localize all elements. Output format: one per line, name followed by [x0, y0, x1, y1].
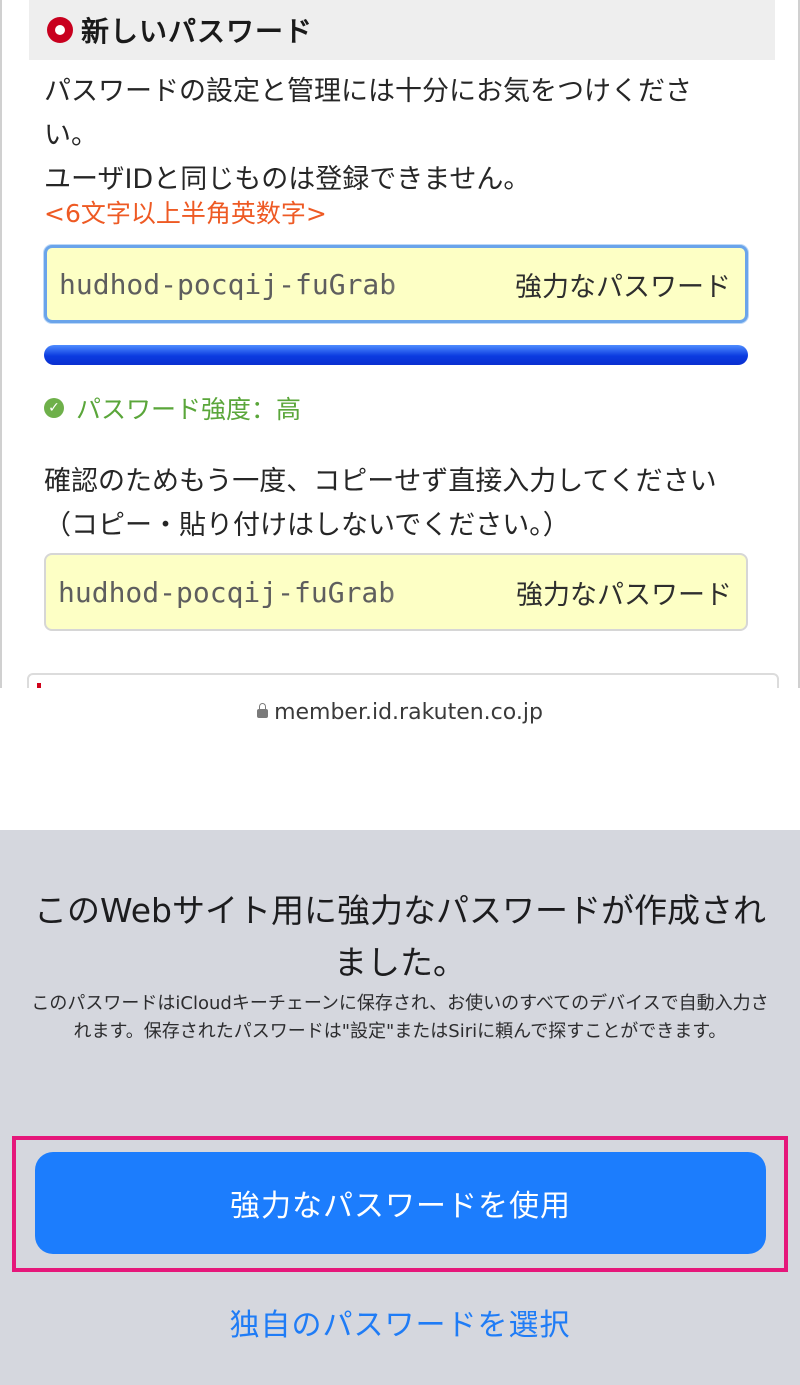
new-password-field[interactable]: hudhod-pocqij-fuGrab 強力なパスワード [44, 245, 748, 323]
confirm-password-value: hudhod-pocqij-fuGrab [58, 575, 396, 609]
confirm-password-field[interactable]: hudhod-pocqij-fuGrab 強力なパスワード [44, 553, 748, 631]
required-marker-icon [47, 17, 73, 43]
new-password-value: hudhod-pocqij-fuGrab [59, 267, 397, 301]
password-strength-indicator: ✓ パスワード強度：高 [44, 390, 301, 426]
browser-address-bar: member.id.rakuten.co.jp [0, 688, 800, 830]
password-strength-bar [44, 345, 748, 365]
url-text: member.id.rakuten.co.jp [274, 700, 543, 725]
confirm-description: 確認のためもう一度、コピーせず直接入力してください（コピー・貼り付けはしないでく… [44, 466, 717, 541]
sheet-title: このWebサイト用に強力なパスワードが作成されました。 [34, 891, 766, 982]
confirm-strong-password-badge: 強力なパスワード [516, 579, 732, 611]
password-strength-label: パスワード強度：高 [76, 395, 302, 424]
password-requirement-hint: <6文字以上半角英数字> [44, 199, 327, 228]
url-display[interactable]: member.id.rakuten.co.jp [0, 700, 800, 725]
strong-password-badge: 強力なパスワード [515, 271, 731, 303]
password-description: パスワードの設定と管理には十分にお気をつけください。 ユーザIDと同じものは登録… [44, 70, 744, 202]
section-title: 新しいパスワード [81, 15, 314, 48]
use-strong-password-button[interactable]: 強力なパスワードを使用 [35, 1152, 766, 1254]
check-icon: ✓ [44, 398, 64, 418]
section-header: 新しいパスワード [29, 0, 775, 60]
choose-own-password-button[interactable]: 独自のパスワードを選択 [0, 1300, 800, 1344]
description-line-1: パスワードの設定と管理には十分にお気をつけください。 [44, 76, 692, 151]
lock-icon [257, 703, 269, 718]
strong-password-sheet: このWebサイト用に強力なパスワードが作成されました。 このパスワードはiClo… [0, 830, 800, 1385]
sheet-body: このパスワードはiCloudキーチェーンに保存され、お使いのすべてのデバイスで自… [31, 993, 769, 1042]
